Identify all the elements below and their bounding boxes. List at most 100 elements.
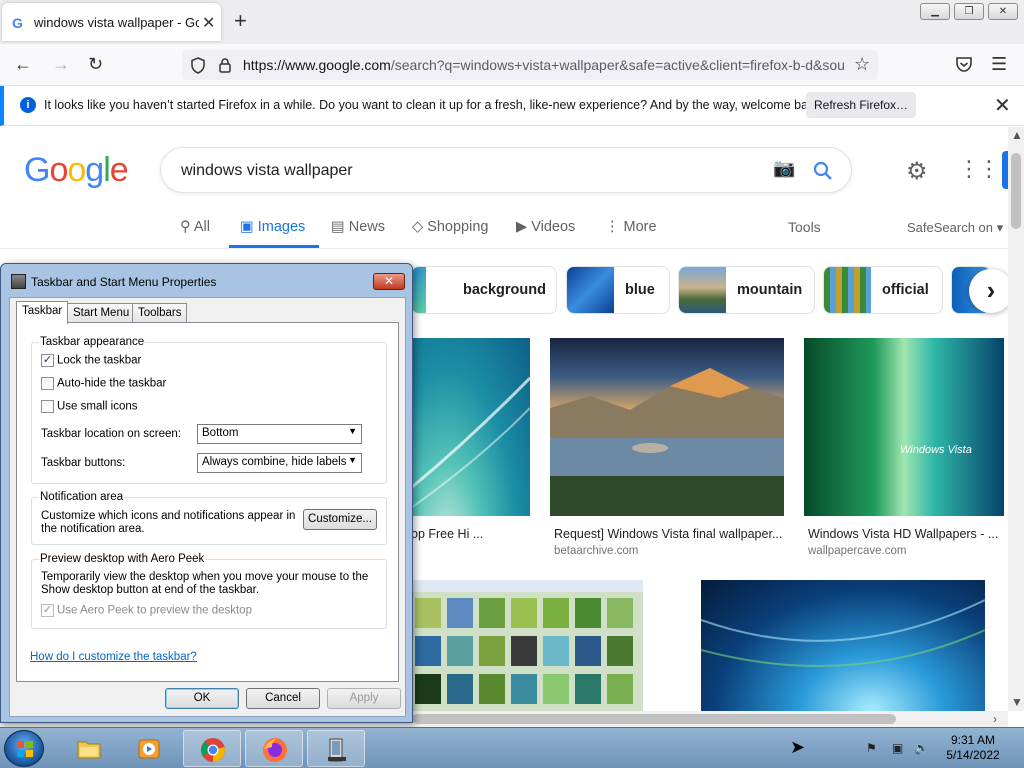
bookmark-star-icon[interactable]: ☆: [854, 54, 870, 75]
navigation-bar: ← → ↻ https://www.google.com/search?q=wi…: [0, 44, 1024, 86]
apps-grid-icon[interactable]: ⋮⋮⋮: [958, 156, 1008, 182]
notification-bar: i It looks like you haven’t started Fire…: [0, 86, 1024, 126]
search-icon[interactable]: [813, 161, 833, 181]
tab-more[interactable]: ⋮ More: [605, 219, 657, 235]
chip-label: blue: [625, 282, 655, 298]
result-image[interactable]: [700, 580, 986, 711]
vista-swoosh-graphic: [410, 376, 532, 509]
google-logo[interactable]: Google: [24, 151, 129, 190]
small-icons-checkbox[interactable]: Use small icons: [41, 400, 138, 416]
tab-shopping[interactable]: ◇ Shopping: [412, 219, 488, 235]
tab-close-icon[interactable]: ✕: [202, 13, 215, 33]
forward-arrow-icon[interactable]: →: [52, 54, 70, 74]
help-link[interactable]: How do I customize the taskbar?: [30, 651, 197, 663]
checkbox-icon[interactable]: [41, 400, 54, 413]
cancel-button[interactable]: Cancel: [246, 688, 320, 709]
result-source[interactable]: wallpapercave.com: [808, 545, 906, 557]
vertical-scroll-thumb[interactable]: [1011, 153, 1021, 229]
lock-taskbar-checkbox[interactable]: ✓ Lock the taskbar: [41, 354, 141, 370]
chips-next-arrow-icon[interactable]: ›: [969, 269, 1008, 313]
auto-hide-checkbox[interactable]: Auto-hide the taskbar: [41, 377, 166, 393]
pocket-icon[interactable]: [955, 56, 973, 73]
dialog-body: Taskbar Start Menu Toolbars Taskbar appe…: [9, 297, 406, 717]
tab-news[interactable]: ▤ News: [331, 219, 385, 235]
back-arrow-icon[interactable]: ←: [14, 54, 32, 74]
vertical-scrollbar[interactable]: ▲ ▼: [1008, 127, 1024, 711]
refresh-firefox-button[interactable]: Refresh Firefox…: [806, 92, 916, 118]
tools-button[interactable]: Tools: [788, 219, 821, 235]
search-query[interactable]: windows vista wallpaper: [181, 162, 353, 180]
dropdown-value: Always combine, hide labels: [202, 456, 347, 468]
aero-peek-checkbox[interactable]: ✓ Use Aero Peek to preview the desktop: [41, 604, 252, 620]
safesearch-toggle[interactable]: SafeSearch on ▾: [907, 220, 1003, 236]
result-image[interactable]: [550, 338, 784, 516]
explorer-taskbar-button[interactable]: [60, 730, 118, 767]
browser-tab[interactable]: G windows vista wallpaper - Google Searc…: [2, 3, 221, 41]
media-player-taskbar-button[interactable]: [121, 730, 179, 767]
network-icon[interactable]: ▣: [892, 741, 903, 755]
horizontal-scroll-thumb[interactable]: [412, 714, 896, 724]
minimize-button[interactable]: ▁: [920, 3, 950, 20]
tab-taskbar[interactable]: Taskbar: [16, 301, 69, 324]
new-tab-icon[interactable]: +: [234, 10, 247, 32]
search-box[interactable]: windows vista wallpaper 📷: [160, 147, 852, 193]
ok-button[interactable]: OK: [165, 688, 239, 709]
scroll-up-arrow-icon[interactable]: ▲: [1011, 128, 1023, 142]
window-controls: ▁ ❐ ✕: [920, 3, 1018, 21]
chip-thumbnail: [824, 267, 871, 313]
tab-videos[interactable]: ▶ Videos: [516, 219, 575, 235]
checkbox-icon[interactable]: [41, 377, 54, 390]
result-image[interactable]: [410, 338, 532, 516]
apply-button[interactable]: Apply: [327, 688, 401, 709]
shield-icon[interactable]: [190, 57, 206, 74]
start-button[interactable]: [4, 730, 44, 767]
url-bar[interactable]: https://www.google.com/search?q=windows+…: [182, 50, 878, 80]
system-clock[interactable]: 9:31 AM 5/14/2022: [938, 733, 1008, 763]
notification-text: It looks like you haven’t started Firefo…: [44, 98, 825, 112]
chip-background[interactable]: background: [411, 266, 557, 314]
tab-title: windows vista wallpaper - Google Search: [34, 15, 199, 30]
restore-button[interactable]: ❐: [954, 3, 984, 20]
close-window-button[interactable]: ✕: [988, 3, 1018, 20]
result-image[interactable]: [411, 580, 643, 711]
tab-all[interactable]: ⚲ All: [180, 219, 210, 235]
taskbar-location-dropdown[interactable]: Bottom ▼: [197, 424, 362, 444]
result-source[interactable]: betaarchive.com: [554, 545, 638, 557]
mountain-lake-graphic: [550, 368, 784, 516]
result-image[interactable]: Windows Vista: [804, 338, 1004, 516]
chip-blue[interactable]: blue: [566, 266, 670, 314]
checkbox-checked-icon[interactable]: ✓: [41, 354, 54, 367]
close-notification-icon[interactable]: ✕: [994, 93, 1011, 118]
tab-start-menu[interactable]: Start Menu: [67, 303, 136, 323]
checkbox-checked-icon[interactable]: ✓: [41, 604, 54, 617]
folder-icon: [77, 741, 101, 759]
scroll-right-arrow-icon[interactable]: ›: [993, 712, 997, 726]
chrome-taskbar-button[interactable]: [183, 730, 241, 767]
windows-logo-icon: [17, 741, 33, 757]
volume-icon[interactable]: 🔈: [914, 741, 929, 755]
dropdown-arrow-icon: ▼: [348, 426, 357, 436]
taskbar-buttons-dropdown[interactable]: Always combine, hide labels ▼: [197, 453, 362, 473]
customize-button[interactable]: Customize...: [303, 509, 377, 530]
taskbar-properties-taskbar-button[interactable]: [307, 730, 365, 767]
tab-images[interactable]: ▣ Images: [240, 219, 305, 235]
chip-official[interactable]: official: [823, 266, 943, 314]
lock-icon[interactable]: [218, 57, 232, 73]
reload-icon[interactable]: ↻: [88, 54, 103, 74]
menu-icon[interactable]: ☰: [991, 54, 1007, 74]
taskbar-appearance-group: Taskbar appearance ✓ Lock the taskbar Aut…: [31, 336, 387, 484]
dialog-close-button[interactable]: ✕: [373, 273, 405, 290]
result-caption[interactable]: op Free Hi ...: [411, 527, 541, 541]
scroll-down-arrow-icon[interactable]: ▼: [1011, 695, 1023, 709]
action-center-flag-icon[interactable]: ⚑: [866, 741, 877, 755]
firefox-taskbar-button[interactable]: [245, 730, 303, 767]
result-caption[interactable]: Request] Windows Vista final wallpaper..…: [554, 527, 784, 541]
camera-icon[interactable]: 📷: [773, 158, 795, 179]
result-caption[interactable]: Windows Vista HD Wallpapers - ...: [808, 527, 1004, 541]
settings-gear-icon[interactable]: ⚙: [906, 157, 928, 186]
checkbox-label: Auto-hide the taskbar: [57, 377, 167, 390]
chip-mountain[interactable]: mountain: [678, 266, 815, 314]
tab-toolbars[interactable]: Toolbars: [132, 303, 188, 323]
vista-aurora-graphic: [700, 599, 986, 667]
tab-shopping-label: Shopping: [427, 219, 489, 235]
